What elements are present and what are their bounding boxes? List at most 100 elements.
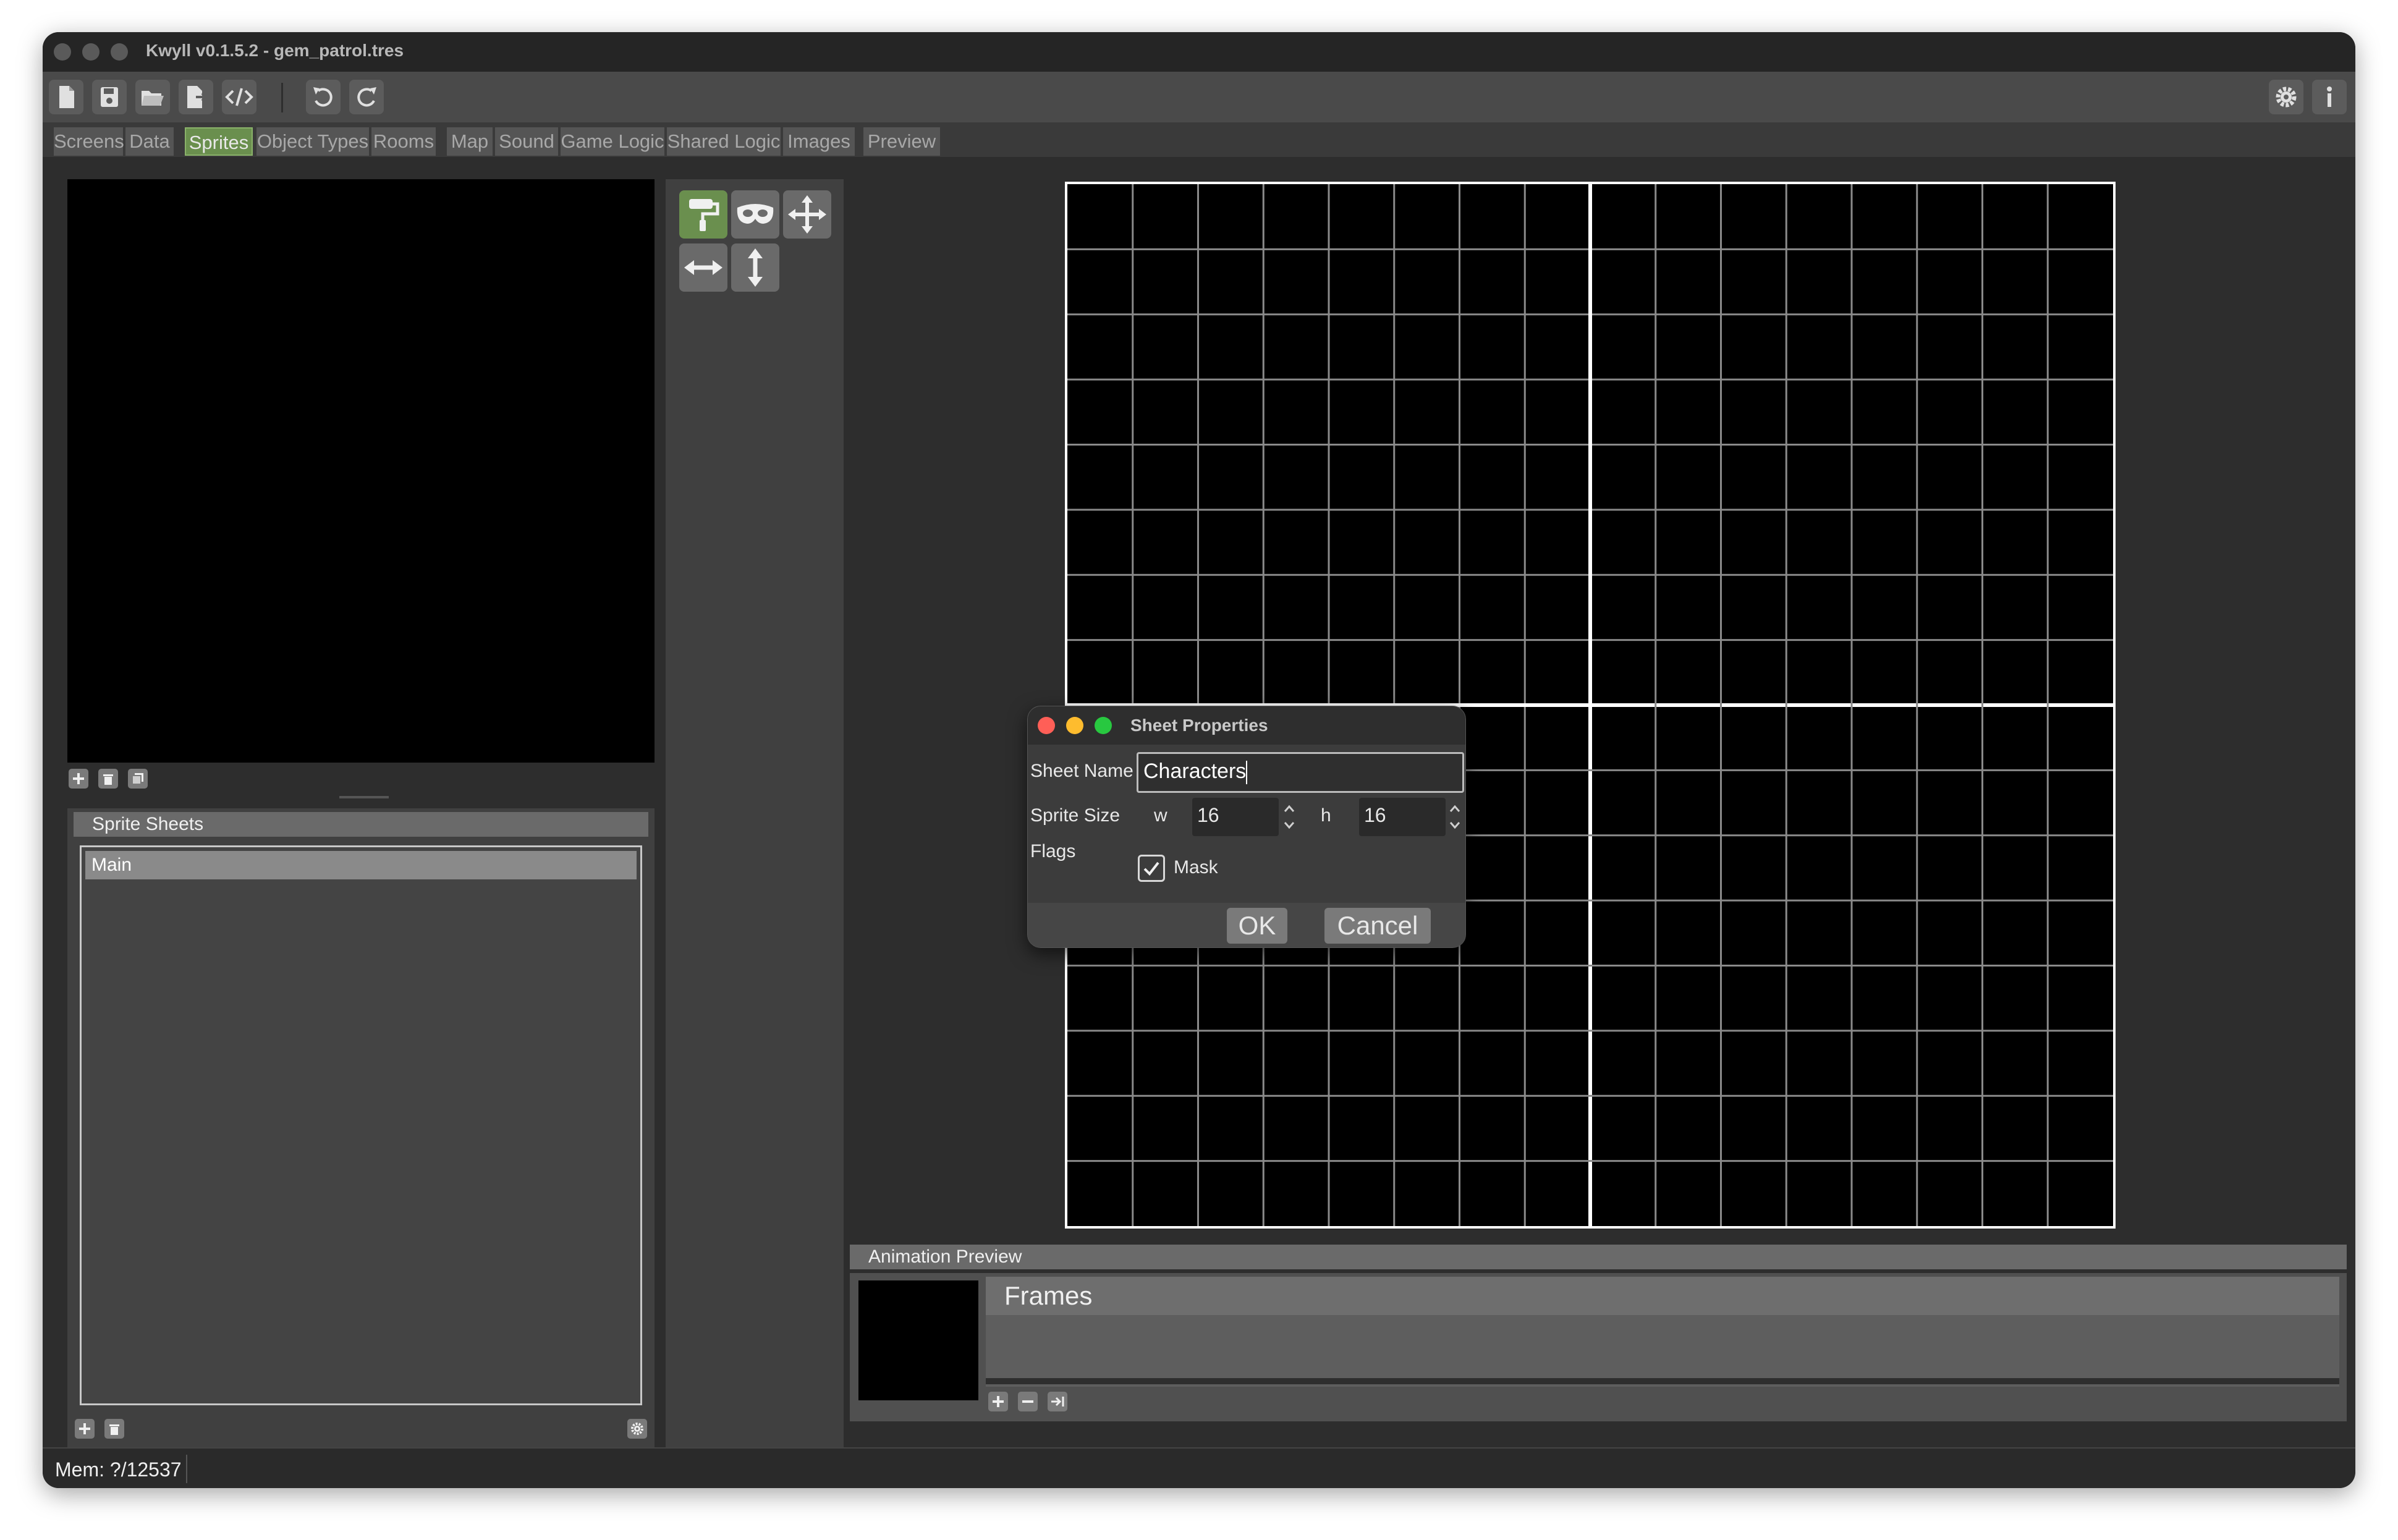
duplicate-sprite-button[interactable] bbox=[128, 769, 148, 789]
open-folder-button[interactable] bbox=[135, 80, 170, 114]
gear-icon bbox=[631, 1423, 643, 1435]
settings-button[interactable] bbox=[2269, 80, 2303, 114]
tab-object-types[interactable]: Object Types bbox=[256, 127, 369, 156]
dialog-close-button[interactable] bbox=[1038, 717, 1055, 734]
toolbar bbox=[43, 72, 2355, 122]
save-icon bbox=[101, 87, 118, 107]
gear-icon bbox=[2276, 87, 2297, 108]
insert-icon bbox=[1051, 1397, 1064, 1407]
move-arrows-icon bbox=[788, 195, 826, 234]
tab-data[interactable]: Data bbox=[125, 127, 174, 156]
add-frame-button[interactable] bbox=[988, 1392, 1008, 1411]
code-button[interactable] bbox=[222, 80, 256, 114]
tab-preview[interactable]: Preview bbox=[863, 127, 940, 156]
insert-frame-button[interactable] bbox=[1048, 1392, 1067, 1411]
sheet-name-value: Characters bbox=[1143, 759, 1247, 783]
dialog-title: Sheet Properties bbox=[1130, 716, 1268, 735]
plus-icon bbox=[79, 1423, 90, 1434]
height-stepper[interactable] bbox=[1447, 799, 1463, 835]
frames-strip[interactable]: Frames bbox=[986, 1277, 2339, 1387]
dialog-title-bar: Sheet Properties bbox=[1028, 706, 1465, 745]
tab-bar: Screens Data Sprites Object Types Rooms … bbox=[43, 122, 2355, 157]
tools-panel bbox=[666, 179, 844, 1447]
undo-button[interactable] bbox=[306, 80, 341, 114]
window-title: Kwyll v0.1.5.2 - gem_patrol.tres bbox=[146, 41, 404, 60]
plus-icon bbox=[73, 773, 84, 784]
flip-vertical-button[interactable] bbox=[731, 243, 779, 292]
frames-header: Frames bbox=[986, 1277, 2339, 1315]
sprite-preview-canvas[interactable] bbox=[67, 179, 655, 763]
delete-sheet-button[interactable] bbox=[104, 1419, 124, 1439]
mask-tool-button[interactable] bbox=[731, 190, 779, 239]
trash-icon bbox=[109, 1424, 119, 1435]
info-button[interactable] bbox=[2312, 80, 2347, 114]
animation-preview-header: Animation Preview bbox=[850, 1245, 2347, 1269]
sheet-settings-button[interactable] bbox=[627, 1419, 647, 1439]
tab-shared-logic[interactable]: Shared Logic bbox=[667, 127, 781, 156]
width-input[interactable]: 16 bbox=[1192, 798, 1279, 836]
tab-game-logic[interactable]: Game Logic bbox=[561, 127, 664, 156]
new-file-icon bbox=[59, 86, 74, 108]
sprite-editor-canvas[interactable] bbox=[1065, 182, 2116, 1229]
status-separator bbox=[186, 1455, 187, 1483]
paint-tool-button[interactable] bbox=[679, 190, 727, 239]
new-file-button[interactable] bbox=[49, 80, 83, 114]
sprite-size-label: Sprite Size bbox=[1030, 805, 1121, 826]
remove-frame-button[interactable] bbox=[1018, 1392, 1038, 1411]
mask-checkbox[interactable] bbox=[1138, 855, 1165, 882]
redo-icon bbox=[357, 87, 376, 107]
height-input[interactable]: 16 bbox=[1359, 798, 1446, 836]
trash-icon bbox=[103, 774, 113, 785]
sheet-name-input[interactable]: Characters bbox=[1137, 752, 1464, 793]
pixel-grid[interactable] bbox=[1067, 184, 2113, 1226]
dialog-zoom-button[interactable] bbox=[1095, 717, 1112, 734]
animation-preview-canvas bbox=[858, 1280, 978, 1400]
zoom-window-button[interactable] bbox=[111, 43, 128, 61]
tab-sound[interactable]: Sound bbox=[495, 127, 558, 156]
tab-map[interactable]: Map bbox=[447, 127, 493, 156]
toolbar-separator bbox=[281, 83, 283, 112]
width-label: w bbox=[1154, 805, 1167, 826]
flags-label: Flags bbox=[1030, 841, 1076, 861]
text-cursor bbox=[1246, 761, 1248, 785]
add-sheet-button[interactable] bbox=[75, 1419, 95, 1439]
sprite-sheets-header: Sprite Sheets bbox=[74, 812, 648, 837]
plus-icon bbox=[993, 1396, 1004, 1407]
sprite-sheets-panel: Sprite Sheets Main bbox=[67, 808, 655, 1447]
flip-horizontal-button[interactable] bbox=[679, 243, 727, 292]
title-bar: Kwyll v0.1.5.2 - gem_patrol.tres bbox=[43, 32, 2355, 72]
info-icon bbox=[2327, 87, 2332, 107]
undo-icon bbox=[313, 87, 333, 107]
horizontal-arrows-icon bbox=[684, 260, 722, 275]
dialog-minimize-button[interactable] bbox=[1066, 717, 1083, 734]
frames-scrollbar[interactable] bbox=[986, 1378, 2339, 1384]
sprite-sheets-list[interactable]: Main bbox=[80, 845, 642, 1405]
duplicate-icon bbox=[132, 773, 143, 785]
minimize-window-button[interactable] bbox=[82, 43, 100, 61]
ok-button[interactable]: OK bbox=[1227, 908, 1287, 944]
save-button[interactable] bbox=[92, 80, 127, 114]
tab-images[interactable]: Images bbox=[783, 127, 855, 156]
cancel-button[interactable]: Cancel bbox=[1324, 908, 1431, 944]
redo-button[interactable] bbox=[349, 80, 384, 114]
export-icon bbox=[187, 86, 208, 108]
minus-icon bbox=[1022, 1400, 1033, 1403]
splitter-handle[interactable] bbox=[339, 796, 389, 798]
sheet-properties-dialog: Sheet Properties Sheet Name Characters S… bbox=[1027, 706, 1466, 948]
memory-status: Mem: ?/12537 bbox=[55, 1458, 182, 1481]
paint-roller-icon bbox=[689, 199, 719, 231]
move-tool-button[interactable] bbox=[783, 190, 831, 239]
width-stepper[interactable] bbox=[1281, 799, 1297, 835]
stepper-arrows-icon bbox=[1284, 805, 1295, 829]
animation-preview-panel: Frames bbox=[850, 1273, 2347, 1421]
close-window-button[interactable] bbox=[54, 43, 71, 61]
status-bar: Mem: ?/12537 bbox=[43, 1447, 2355, 1488]
export-button[interactable] bbox=[179, 80, 213, 114]
tab-sprites[interactable]: Sprites bbox=[185, 127, 253, 156]
delete-sprite-button[interactable] bbox=[98, 769, 118, 789]
add-sprite-button[interactable] bbox=[69, 769, 88, 789]
tab-rooms[interactable]: Rooms bbox=[371, 127, 436, 156]
tab-screens[interactable]: Screens bbox=[54, 127, 124, 156]
list-item[interactable]: Main bbox=[85, 851, 637, 879]
height-label: h bbox=[1321, 805, 1331, 826]
